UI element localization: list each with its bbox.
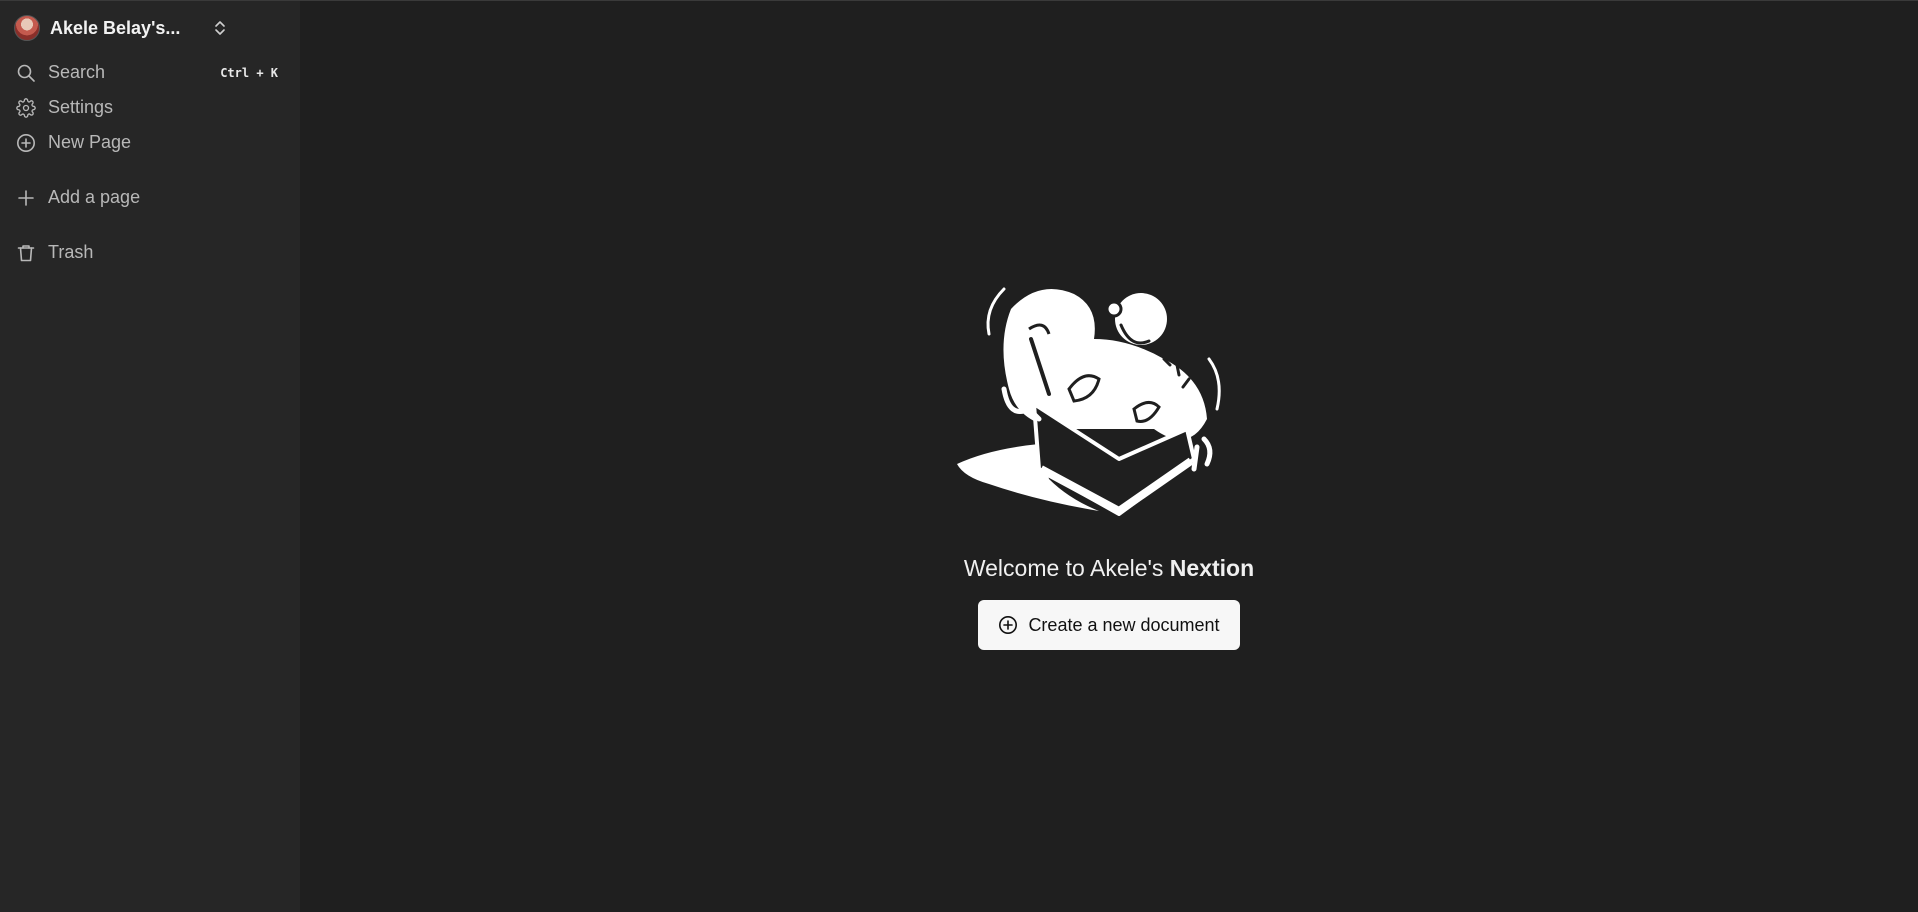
sidebar-divider-space <box>0 215 300 235</box>
sidebar-divider-space <box>0 160 300 180</box>
create-document-button[interactable]: Create a new document <box>978 600 1240 650</box>
sidebar-item-label: Search <box>48 62 106 82</box>
workspace-name: Akele Belay's... <box>50 17 181 38</box>
sidebar-item-search[interactable]: Search Ctrl + K <box>0 55 300 90</box>
chevron-up-down-icon[interactable] <box>212 18 228 38</box>
sidebar-item-label: Add a page <box>48 187 141 207</box>
sidebar-item-label: Settings <box>48 97 114 117</box>
plus-icon <box>14 186 38 210</box>
welcome-heading: Welcome to Akele's Nextion <box>964 555 1254 582</box>
person-with-documents-box-illustration <box>957 287 1221 516</box>
workspace-switcher[interactable]: Akele Belay's... <box>0 1 300 55</box>
trash-icon <box>14 241 38 265</box>
brand-name: Nextion <box>1169 555 1255 581</box>
sidebar-item-settings[interactable]: Settings <box>0 90 300 125</box>
welcome-prefix: Welcome to Akele's <box>963 555 1170 581</box>
user-avatar <box>14 15 40 41</box>
sidebar-item-label: Trash <box>48 242 94 262</box>
gear-icon <box>14 96 38 120</box>
keyboard-shortcut: Ctrl + K <box>220 65 278 80</box>
sidebar-item-trash[interactable]: Trash <box>0 235 300 270</box>
sidebar-item-new-page[interactable]: New Page <box>0 125 300 160</box>
sidebar: Akele Belay's... Search Ctrl + K Setting… <box>0 0 300 912</box>
create-document-label: Create a new document <box>1028 614 1220 635</box>
sidebar-item-label: New Page <box>48 132 132 152</box>
app-window: Akele Belay's... Search Ctrl + K Setting… <box>0 0 1918 912</box>
plus-circle-icon <box>14 131 38 155</box>
sidebar-item-add-page[interactable]: Add a page <box>0 180 300 215</box>
main-content: Welcome to Akele's Nextion Create a new … <box>300 0 1918 912</box>
empty-state: Welcome to Akele's Nextion Create a new … <box>300 279 1918 650</box>
plus-circle-icon <box>998 615 1018 635</box>
search-icon <box>14 61 38 85</box>
